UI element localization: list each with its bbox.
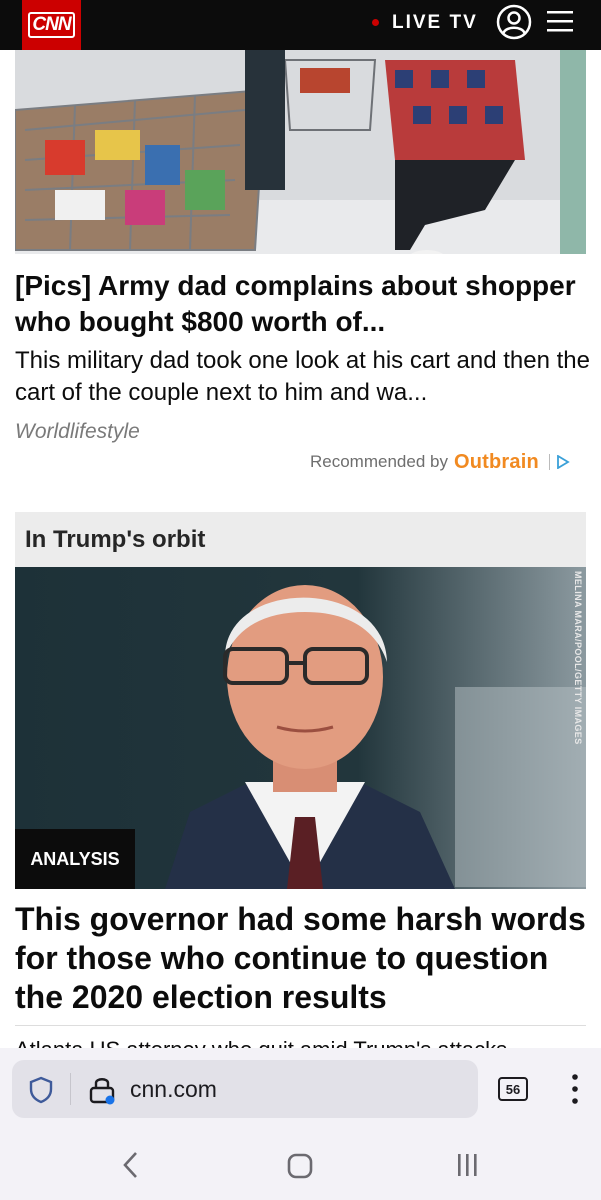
back-icon[interactable] <box>116 1148 146 1182</box>
adchoices-icon[interactable] <box>556 455 570 469</box>
url-text[interactable]: cnn.com <box>130 1076 217 1102</box>
ad-title[interactable]: [Pics] Army dad complains about shopper … <box>15 268 586 340</box>
ad-source: Worldlifestyle <box>15 420 140 443</box>
shield-icon[interactable] <box>28 1076 54 1104</box>
more-icon[interactable] <box>564 1072 586 1106</box>
section-title[interactable]: In Trump's orbit <box>25 526 205 554</box>
live-tv-link[interactable]: LIVE TV <box>392 11 478 35</box>
menu-icon[interactable] <box>547 8 573 34</box>
live-indicator-dot <box>372 19 379 26</box>
user-icon[interactable] <box>496 4 532 40</box>
outbrain-logo: Outbrain <box>453 450 539 473</box>
section-header: In Trump's orbit <box>15 512 586 567</box>
cnn-logo[interactable]: CNN <box>22 0 81 50</box>
address-bar[interactable]: cnn.com <box>12 1060 478 1118</box>
browser-toolbar: cnn.com 56 <box>0 1048 601 1200</box>
ad-image[interactable] <box>15 50 586 254</box>
home-icon[interactable] <box>284 1150 316 1182</box>
recommended-by[interactable]: Recommended by Outbrain <box>310 450 570 474</box>
top-nav-bar: CNN LIVE TV <box>0 0 601 50</box>
article-headline[interactable]: This governor had some harsh words for t… <box>15 900 590 1017</box>
recents-icon[interactable] <box>452 1152 482 1178</box>
lock-icon[interactable] <box>88 1075 116 1105</box>
ad-image-illustration <box>15 50 586 254</box>
ad-description[interactable]: This military dad took one look at his c… <box>15 345 590 409</box>
hero-image[interactable]: MELINA MARA/POOL/GETTY IMAGES ANALYSIS <box>15 567 586 889</box>
address-bar-divider <box>70 1073 71 1105</box>
article-divider <box>15 1025 586 1026</box>
analysis-badge: ANALYSIS <box>15 829 135 889</box>
tabs-button[interactable]: 56 <box>498 1077 528 1101</box>
recommended-divider <box>548 454 550 470</box>
cnn-logo-text: CNN <box>28 12 75 38</box>
photo-credit: MELINA MARA/POOL/GETTY IMAGES <box>573 571 583 745</box>
page: CNN LIVE TV [Pics] Army dad complains ab… <box>0 0 601 1200</box>
recommended-label: Recommended by <box>310 452 448 471</box>
